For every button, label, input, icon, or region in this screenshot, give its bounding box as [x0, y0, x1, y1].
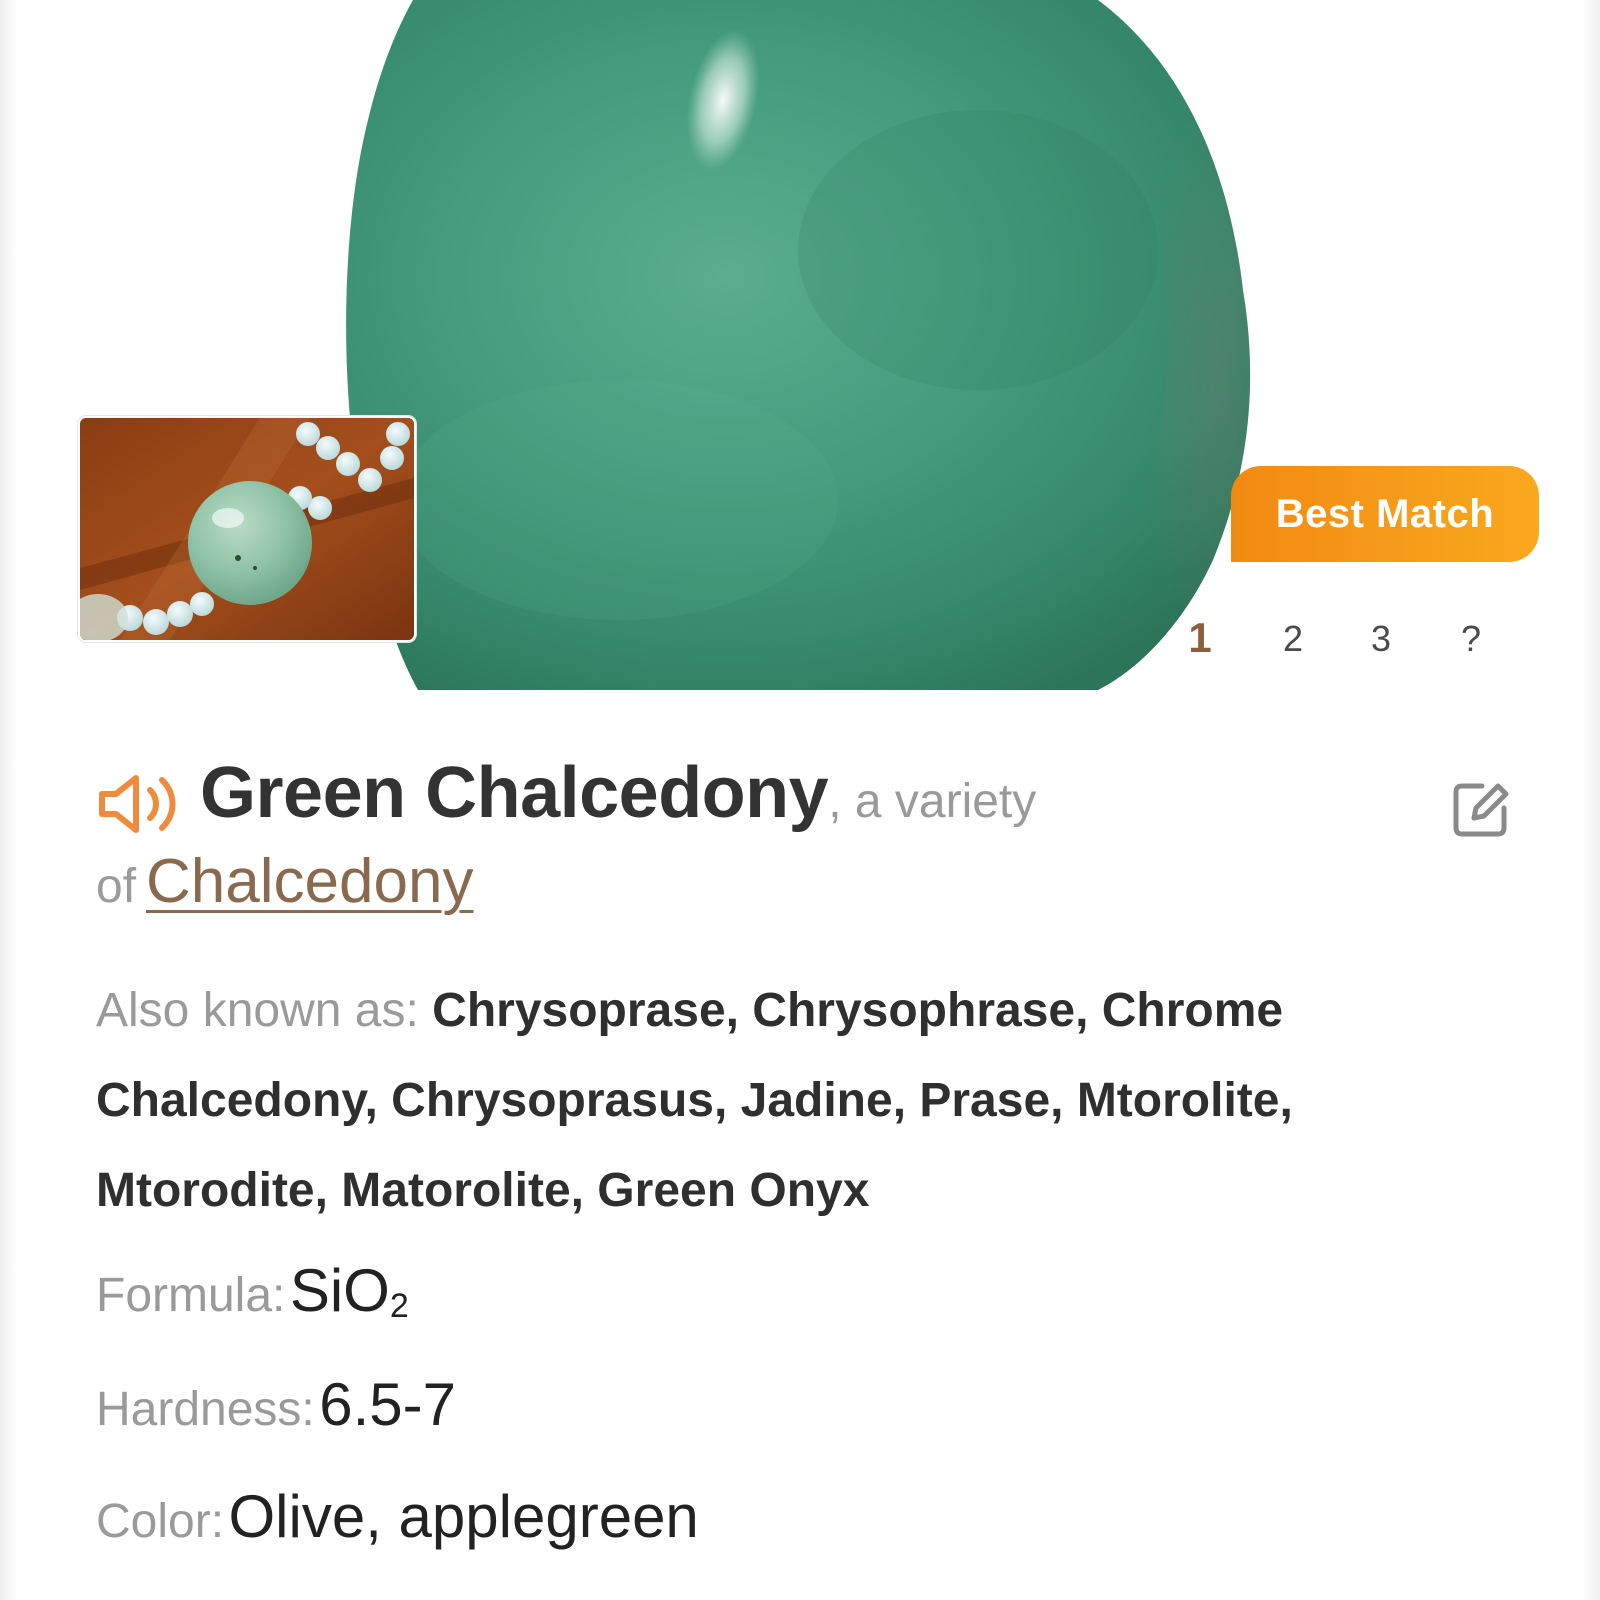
- edge-shade-left: [0, 0, 18, 1600]
- also-known-as-label: Also known as:: [96, 984, 419, 1037]
- formula-subscript: 2: [389, 1287, 409, 1325]
- user-photo-thumbnail[interactable]: [78, 416, 416, 642]
- variety-text: , a variety: [828, 775, 1037, 828]
- of-word: of: [96, 860, 137, 913]
- stone-photo[interactable]: Best Match 1 2 3 ?: [18, 0, 1582, 690]
- color-value: Olive, applegreen: [228, 1483, 699, 1550]
- pager-page-3[interactable]: 3: [1361, 618, 1401, 660]
- also-known-as: Also known as: Chrysoprase, Chrysophrase…: [96, 966, 1516, 1236]
- formula-value: SiO2: [289, 1257, 409, 1325]
- hardness-row: Hardness: 6.5-7: [96, 1370, 456, 1439]
- formula-row: Formula: SiO2: [96, 1256, 409, 1326]
- edit-icon[interactable]: [1452, 780, 1510, 838]
- parent-species-link[interactable]: Chalcedony: [146, 847, 473, 916]
- stone-title: Green Chalcedony, a variety: [200, 752, 1036, 834]
- pager-page-2[interactable]: 2: [1273, 618, 1313, 660]
- color-row: Color: Olive, applegreen: [96, 1482, 699, 1551]
- formula-label: Formula:: [96, 1269, 286, 1322]
- edge-shade-right: [1582, 0, 1600, 1600]
- beads-photo-illustration: [80, 418, 414, 640]
- stone-result-page: Best Match 1 2 3 ? Green Chalcedony, a v…: [0, 0, 1600, 1600]
- color-label: Color:: [96, 1495, 225, 1548]
- pager-page-1[interactable]: 1: [1180, 614, 1220, 662]
- hardness-label: Hardness:: [96, 1383, 315, 1436]
- speaker-icon[interactable]: [96, 770, 180, 838]
- hardness-value: 6.5-7: [319, 1371, 456, 1438]
- pager-page-unknown[interactable]: ?: [1451, 618, 1491, 660]
- formula-main: SiO: [289, 1257, 390, 1324]
- stone-name: Green Chalcedony: [200, 753, 829, 833]
- best-match-badge: Best Match: [1231, 466, 1539, 562]
- parent-species-row: of Chalcedony: [96, 846, 473, 917]
